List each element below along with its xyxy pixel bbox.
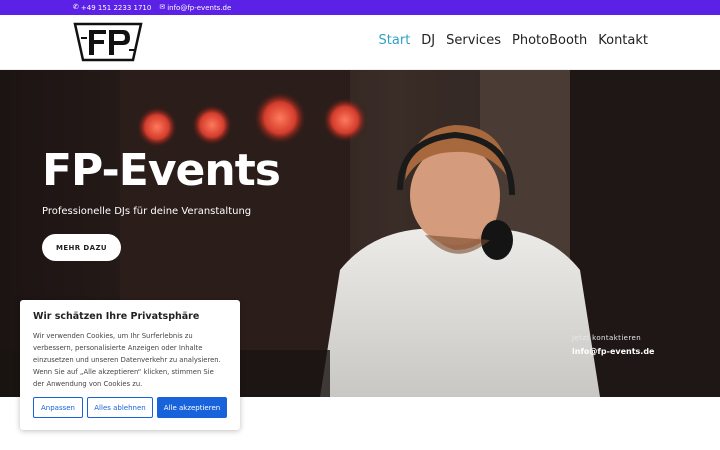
reject-all-button[interactable]: Alles ablehnen [87, 397, 153, 418]
customize-button[interactable]: Anpassen [33, 397, 83, 418]
nav-photobooth[interactable]: PhotoBooth [512, 33, 587, 48]
contact-label: Jetzt kontaktieren [572, 334, 642, 342]
site-header: Start DJ Services PhotoBooth Kontakt [0, 15, 720, 70]
phone-number: +49 151 2233 1710 [80, 3, 152, 12]
nav-start[interactable]: Start [379, 33, 411, 48]
fp-logo[interactable] [73, 22, 143, 62]
cookie-buttons: Anpassen Alles ablehnen Alle akzeptieren [33, 397, 227, 418]
hero-subtitle: Professionelle DJs für deine Veranstaltu… [42, 206, 252, 217]
top-bar: ✆ +49 151 2233 1710 ✉ info@fp-events.de [0, 0, 720, 15]
email-address: info@fp-events.de [167, 3, 232, 12]
more-button[interactable]: MEHR DAZU [42, 234, 121, 261]
cookie-text: Wir verwenden Cookies, um Ihr Surferlebn… [33, 332, 221, 388]
main-nav: Start DJ Services PhotoBooth Kontakt [379, 33, 648, 48]
mail-icon: ✉ [159, 3, 166, 11]
nav-services[interactable]: Services [446, 33, 501, 48]
nav-dj[interactable]: DJ [421, 33, 435, 48]
cookie-title: Wir schätzen Ihre Privatsphäre [33, 311, 200, 322]
nav-kontakt[interactable]: Kontakt [598, 33, 648, 48]
cookie-consent-panel: Wir schätzen Ihre Privatsphäre Wir verwe… [20, 300, 240, 430]
contact-email-link[interactable]: info@fp-events.de [572, 347, 654, 356]
hero-title: FP-Events [42, 145, 281, 196]
phone-contact[interactable]: ✆ +49 151 2233 1710 [73, 4, 151, 12]
accept-all-button[interactable]: Alle akzeptieren [157, 397, 227, 418]
email-contact[interactable]: ✉ info@fp-events.de [159, 4, 231, 12]
phone-icon: ✆ [73, 3, 79, 11]
